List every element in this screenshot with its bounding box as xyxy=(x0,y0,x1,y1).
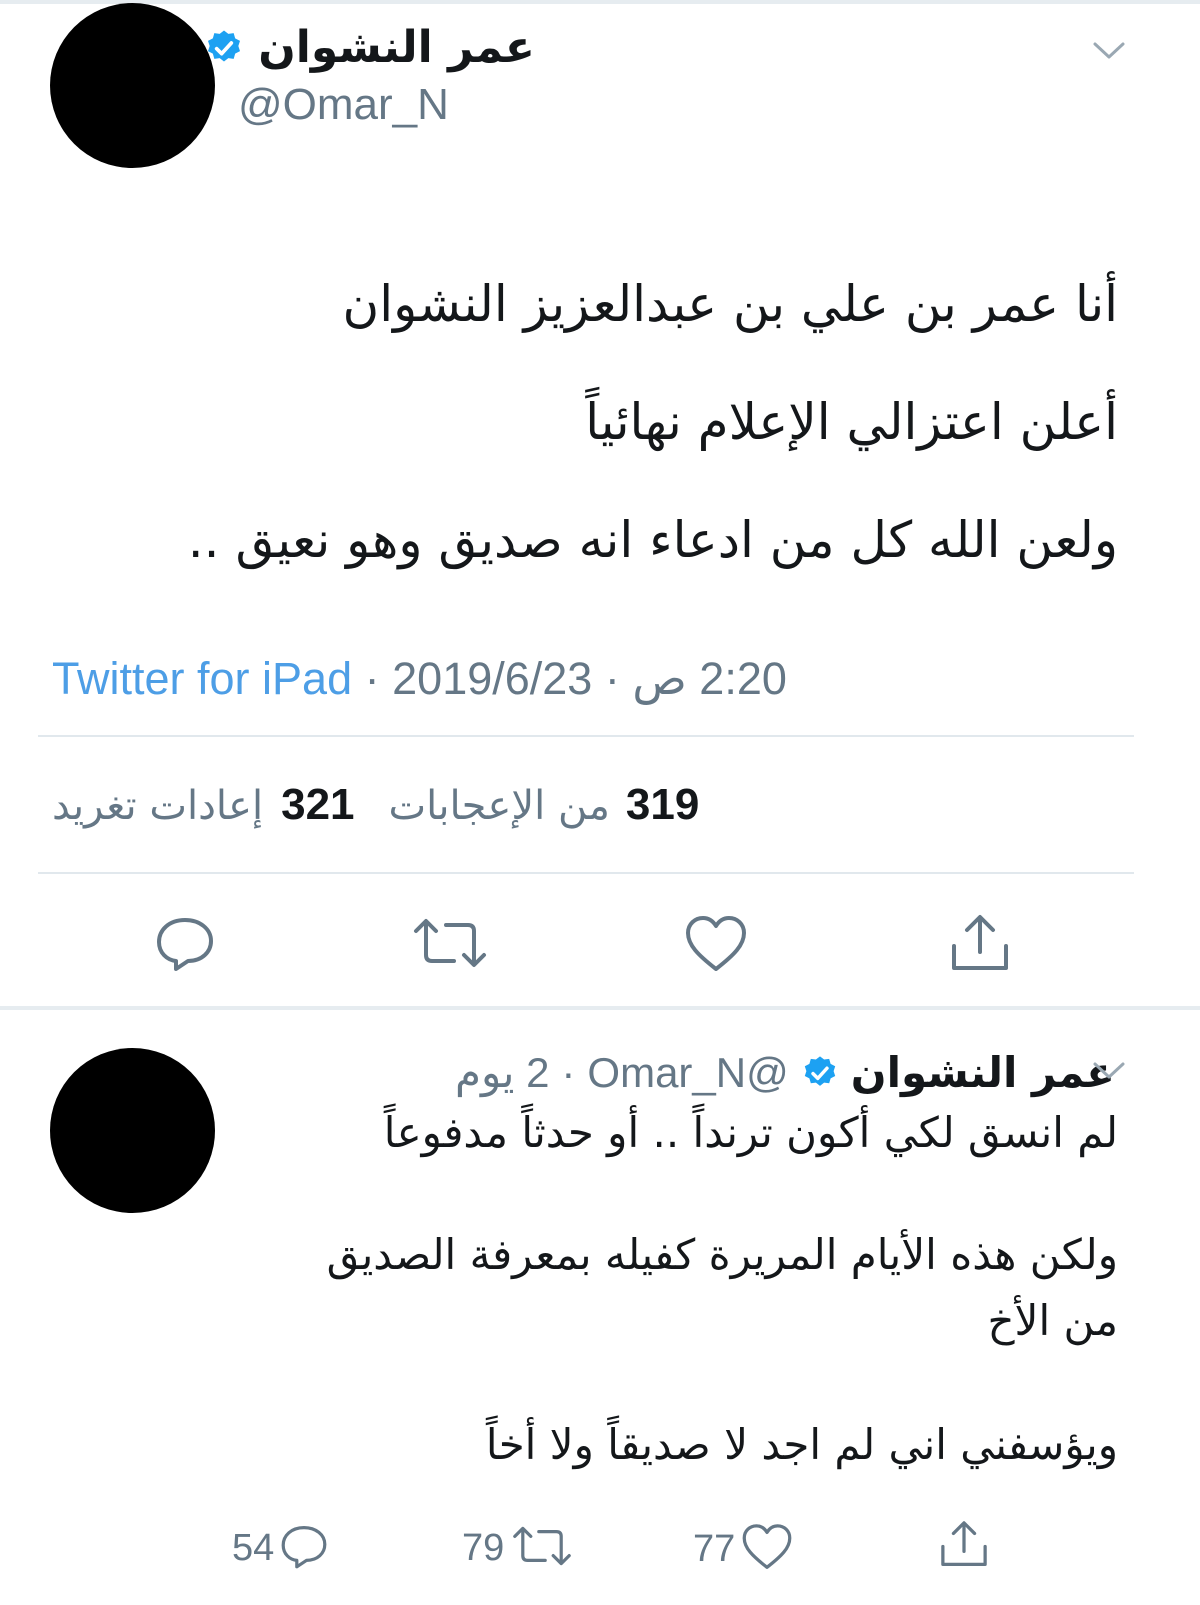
section-divider xyxy=(0,1006,1200,1010)
like-icon[interactable] xyxy=(684,915,748,973)
reply-icon[interactable] xyxy=(280,1523,328,1573)
chevron-down-icon[interactable] xyxy=(1092,1060,1126,1086)
divider xyxy=(38,735,1134,737)
reply-line: من الأخ xyxy=(987,1296,1118,1345)
meta-separator: · xyxy=(604,653,620,704)
reply-line: لم انسق لكي أكون ترنداً .. أو حدثاً مدفو… xyxy=(383,1108,1118,1157)
reply-count: 54 xyxy=(232,1526,275,1569)
reply-text: لم انسق لكي أكون ترنداً .. أو حدثاً مدفو… xyxy=(238,1100,1118,1478)
top-border xyxy=(0,0,1200,4)
reply-avatar[interactable] xyxy=(50,1048,215,1213)
tweet-date: 2019/6/23 xyxy=(392,653,593,704)
handle[interactable]: @Omar_N xyxy=(238,80,449,130)
author-name-row: عمر النشوان xyxy=(204,22,535,73)
retweet-icon[interactable] xyxy=(510,1523,574,1573)
retweets-label[interactable]: إعادات تغريد xyxy=(52,783,263,829)
source-link[interactable]: Twitter for iPad xyxy=(52,653,352,704)
reply-line: ولكن هذه الأيام المريرة كفيله بمعرفة الص… xyxy=(326,1230,1118,1279)
like-icon[interactable] xyxy=(741,1523,793,1575)
reply-display-name[interactable]: عمر النشوان xyxy=(851,1048,1115,1097)
retweet-icon[interactable] xyxy=(410,915,490,971)
reply-handle[interactable]: @Omar_N xyxy=(587,1049,788,1097)
retweets-count[interactable]: 321 xyxy=(281,780,354,830)
tweet-meta: Twitter for iPad · 2019/6/23 · 2:20 ص xyxy=(52,652,787,705)
reply-line: ويؤسفني اني لم اجد لا صديقاً ولا أخاً xyxy=(485,1420,1118,1469)
like-action[interactable]: 77 xyxy=(693,1523,793,1575)
likes-label[interactable]: من الإعجابات xyxy=(389,783,610,829)
tweet-line: أعلن اعتزالي الإعلام نهائياً xyxy=(585,393,1118,451)
tweet-line: ولعن الله كل من ادعاء انه صديق وهو نعيق … xyxy=(187,511,1118,569)
verified-badge-icon xyxy=(204,28,244,68)
reply-icon[interactable] xyxy=(155,915,215,971)
reply-action[interactable]: 54 xyxy=(232,1523,328,1573)
verified-badge-icon xyxy=(801,1054,839,1092)
tweet-time: 2:20 ص xyxy=(632,653,787,704)
share-icon[interactable] xyxy=(938,1518,990,1570)
engagement-stats: إعادات تغريد 321 من الإعجابات 319 xyxy=(52,780,699,830)
divider xyxy=(38,872,1134,874)
tweet-line: أنا عمر بن علي بن عبدالعزيز النشوان xyxy=(342,275,1118,333)
share-icon[interactable] xyxy=(948,912,1012,974)
avatar[interactable] xyxy=(50,3,215,168)
like-count: 77 xyxy=(693,1527,736,1570)
reply-time[interactable]: 2 يوم xyxy=(455,1048,549,1097)
chevron-down-icon[interactable] xyxy=(1092,40,1126,66)
reply-header: عمر النشوان @Omar_N · 2 يوم xyxy=(455,1048,1115,1097)
retweet-count: 79 xyxy=(462,1526,505,1569)
likes-count[interactable]: 319 xyxy=(626,780,699,830)
retweet-action[interactable]: 79 xyxy=(462,1523,574,1573)
meta-separator: · xyxy=(364,653,380,704)
display-name[interactable]: عمر النشوان xyxy=(258,22,535,73)
meta-separator: · xyxy=(561,1048,576,1096)
tweet-text: أنا عمر بن علي بن عبدالعزيز النشوان أعلن… xyxy=(118,245,1118,599)
